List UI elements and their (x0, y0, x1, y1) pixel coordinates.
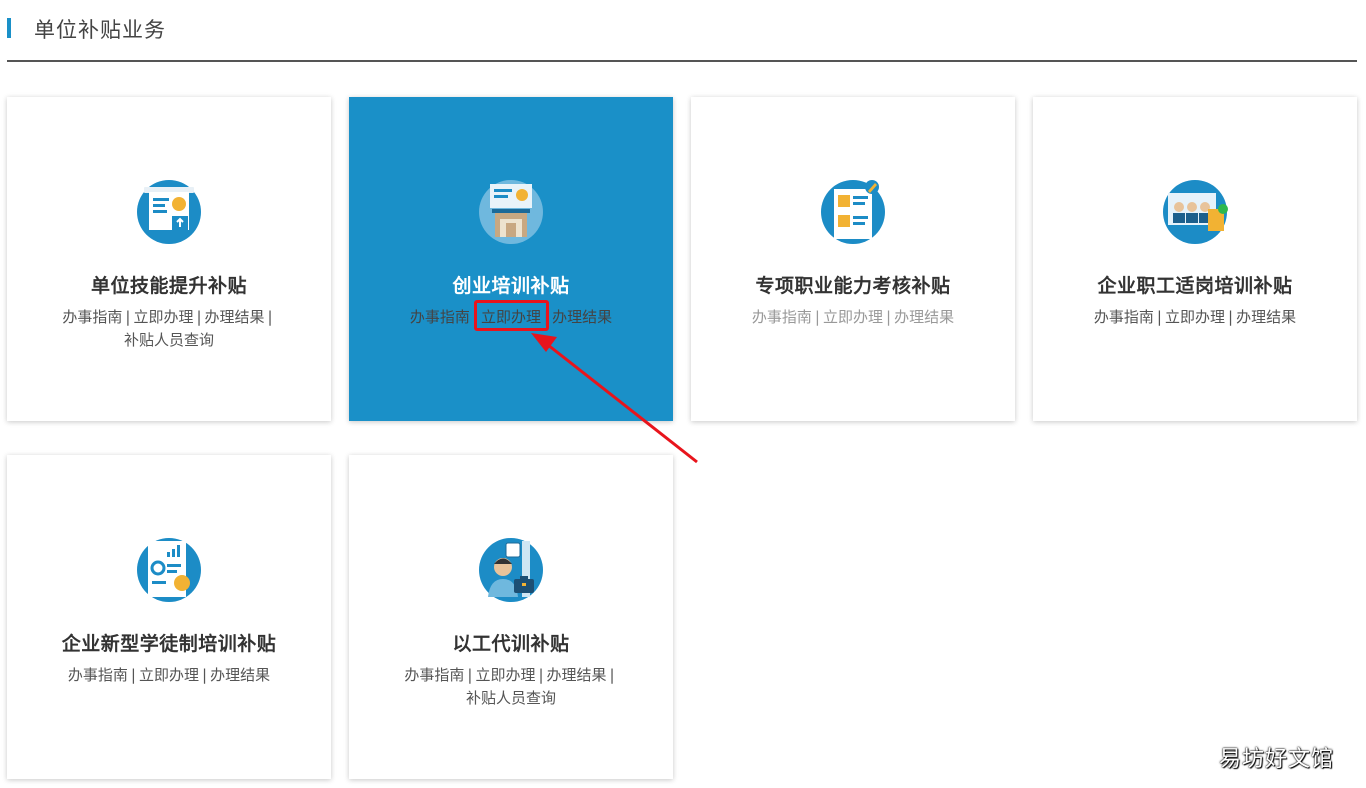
link-result[interactable]: 办理结果 (205, 308, 265, 326)
card-links: 办事指南 | 立即办理 | 办理结果 (711, 306, 995, 329)
separator: | (125, 308, 131, 326)
link-apply-now[interactable]: 立即办理 (475, 666, 535, 684)
card-title: 企业职工适岗培训补贴 (1097, 275, 1293, 297)
service-card-work-for-training[interactable]: 以工代训补贴 办事指南 | 立即办理 | 办理结果 | 补贴人员查询 (349, 455, 673, 779)
separator: | (814, 308, 820, 326)
separator: | (267, 308, 273, 326)
presentation-board-icon (137, 180, 201, 244)
service-card-vocational-assessment[interactable]: 专项职业能力考核补贴 办事指南 | 立即办理 | 办理结果 (691, 97, 1015, 421)
separator: | (467, 666, 473, 684)
link-guide[interactable]: 办事指南 (1094, 308, 1154, 326)
service-card-job-adaptation[interactable]: 企业职工适岗培训补贴 办事指南 | 立即办理 | 办理结果 (1033, 97, 1357, 421)
card-links: 办事指南 | 立即办理 | 办理结果 | 补贴人员查询 (27, 306, 311, 352)
watermark: 易坊好文馆 (1219, 747, 1335, 772)
link-result[interactable]: 办理结果 (210, 666, 270, 684)
training-building-icon (479, 180, 543, 244)
section-header: 单位补贴业务 (7, 0, 1357, 62)
link-apply-now[interactable]: 立即办理 (133, 308, 193, 326)
link-result[interactable]: 办理结果 (894, 308, 954, 326)
link-guide[interactable]: 办事指南 (62, 308, 122, 326)
card-title: 创业培训补贴 (452, 275, 570, 297)
section-accent-bar (7, 18, 11, 38)
link-result[interactable]: 办理结果 (552, 308, 612, 326)
service-card-apprenticeship[interactable]: 企业新型学徒制培训补贴 办事指南 | 立即办理 | 办理结果 (7, 455, 331, 779)
service-card-startup-training[interactable]: 创业培训补贴 办事指南 | 立即办理 | 办理结果 (349, 97, 673, 421)
separator: | (1156, 308, 1162, 326)
link-guide[interactable]: 办事指南 (410, 308, 470, 326)
separator: | (130, 666, 136, 684)
annotation-highlight-box (474, 300, 549, 331)
separator: | (609, 666, 615, 684)
card-links: 办事指南 | 立即办理 | 办理结果 (27, 664, 311, 687)
link-guide[interactable]: 办事指南 (404, 666, 464, 684)
section-title: 单位补贴业务 (34, 18, 166, 42)
report-chart-icon (137, 538, 201, 602)
card-links: 办事指南 | 立即办理 | 办理结果 | 补贴人员查询 (369, 664, 653, 710)
card-title: 企业新型学徒制培训补贴 (61, 633, 277, 655)
separator: | (538, 666, 544, 684)
card-title: 以工代训补贴 (452, 633, 570, 655)
link-personnel-query[interactable]: 补贴人员查询 (124, 331, 214, 349)
link-result[interactable]: 办理结果 (1236, 308, 1296, 326)
link-personnel-query[interactable]: 补贴人员查询 (466, 689, 556, 707)
job-recruit-icon (479, 538, 543, 602)
link-guide[interactable]: 办事指南 (68, 666, 128, 684)
link-apply-now[interactable]: 立即办理 (139, 666, 199, 684)
card-title: 单位技能提升补贴 (90, 275, 247, 297)
staff-group-icon (1163, 180, 1228, 244)
link-apply-now[interactable]: 立即办理 (823, 308, 883, 326)
service-card-skill-upgrade[interactable]: 单位技能提升补贴 办事指南 | 立即办理 | 办理结果 | 补贴人员查询 (7, 97, 331, 421)
card-title: 专项职业能力考核补贴 (755, 275, 951, 297)
separator: | (196, 308, 202, 326)
card-links: 办事指南 | 立即办理 | 办理结果 (1053, 306, 1337, 329)
separator: | (1228, 308, 1234, 326)
separator: | (202, 666, 208, 684)
separator: | (886, 308, 892, 326)
certificate-document-icon (821, 180, 885, 244)
link-apply-now[interactable]: 立即办理 (1165, 308, 1225, 326)
link-guide[interactable]: 办事指南 (752, 308, 812, 326)
link-result[interactable]: 办理结果 (547, 666, 607, 684)
